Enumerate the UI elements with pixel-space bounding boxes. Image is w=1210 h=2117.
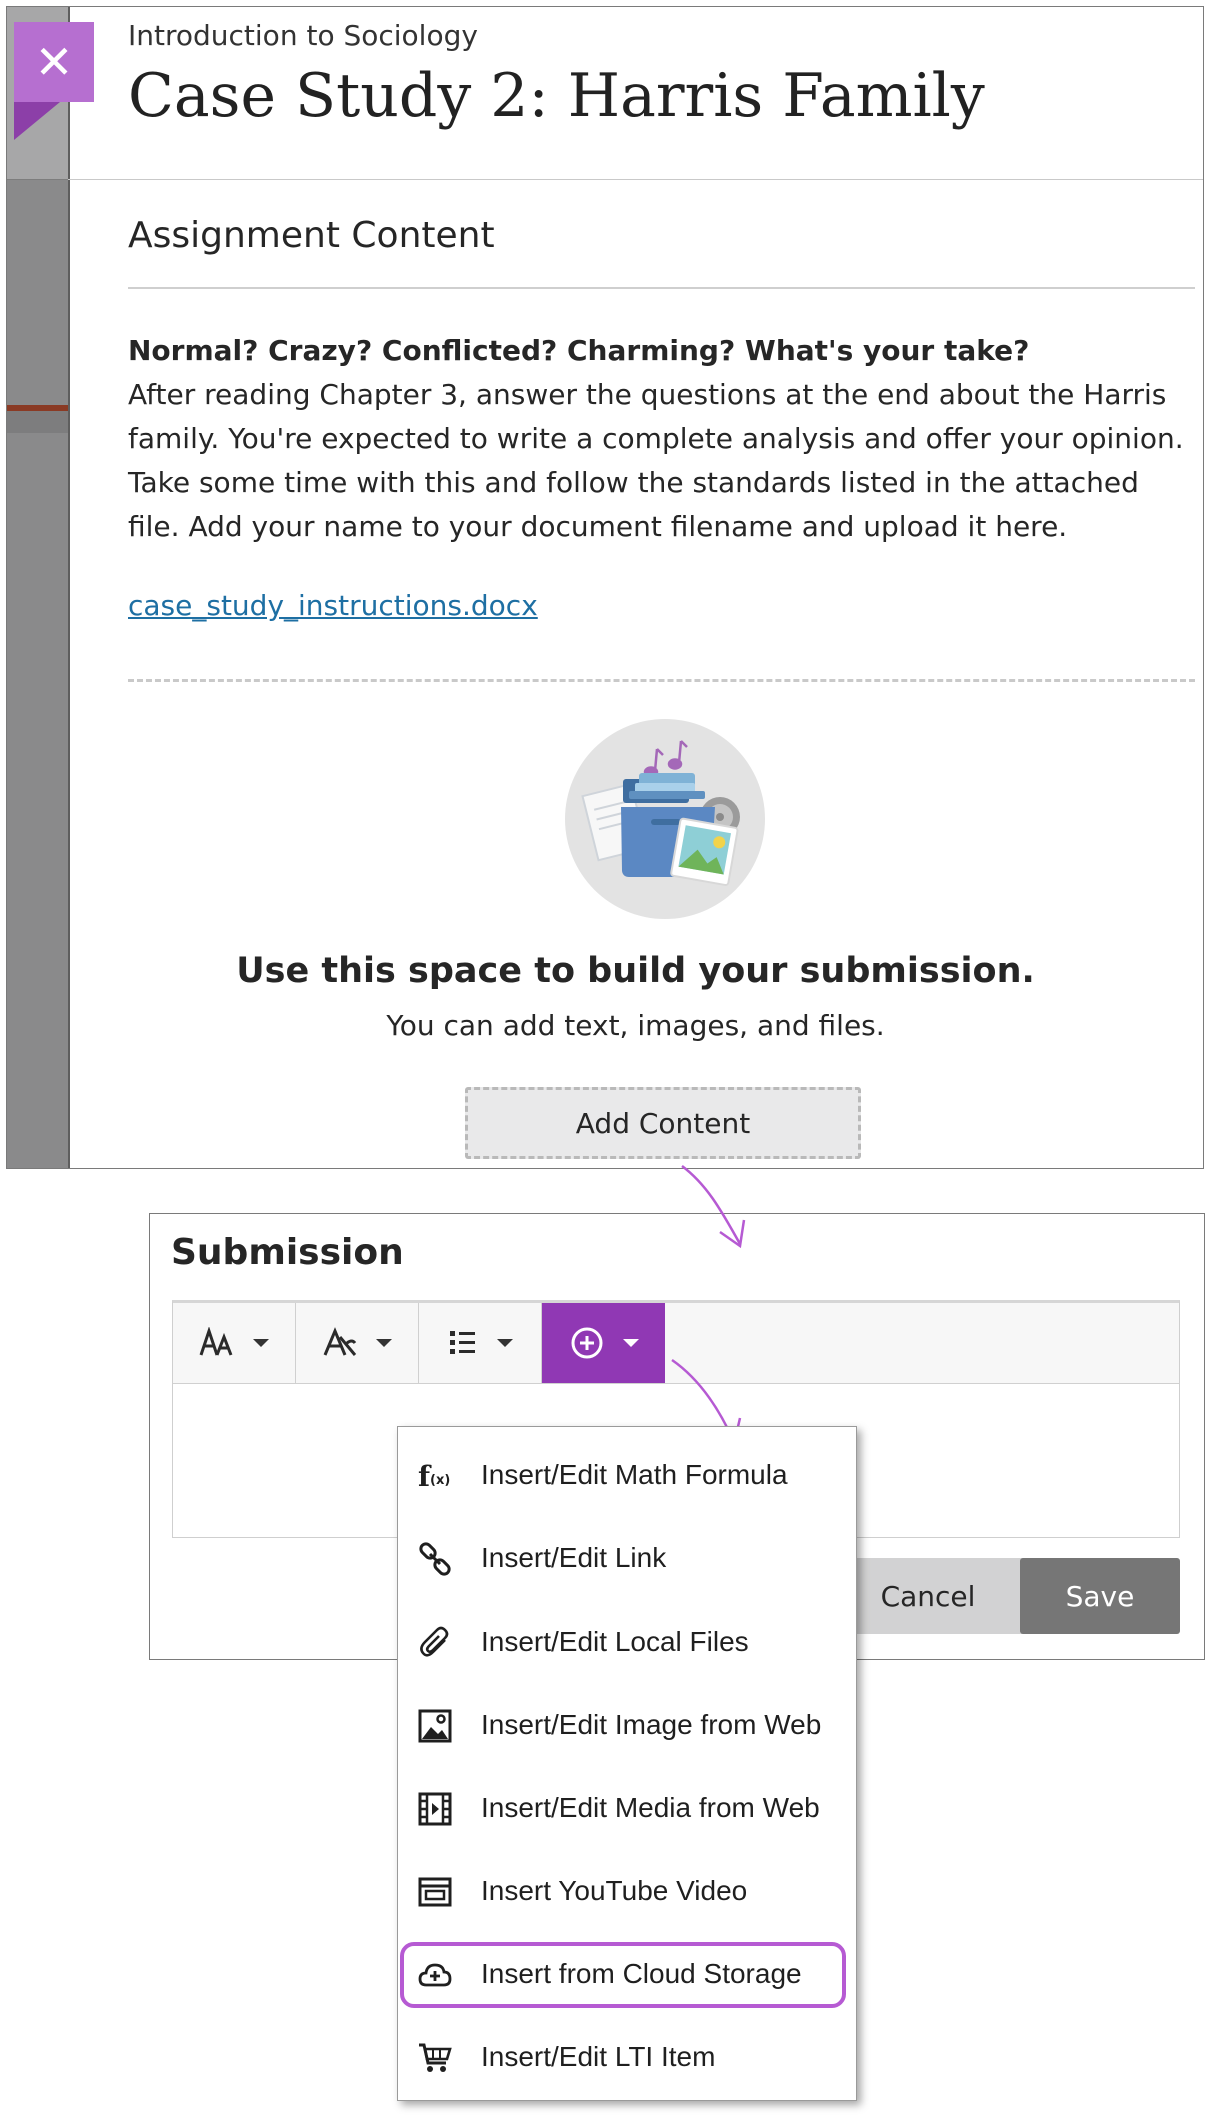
callout-arrow-to-submission	[681, 1165, 746, 1249]
empty-state-title: Use this space to build your submission.	[236, 951, 1035, 991]
add-content-button[interactable]: Add Content	[465, 1087, 861, 1159]
menu-item-youtube-video[interactable]: Insert YouTube Video	[398, 1861, 856, 1923]
close-tab-fold	[14, 102, 60, 140]
font-size-icon	[199, 1327, 233, 1356]
section-divider	[128, 287, 1195, 289]
link-icon	[419, 1542, 451, 1576]
insert-plus-icon	[571, 1327, 602, 1359]
rail-accent-shadow	[7, 411, 68, 433]
assignment-panel: Introduction to Sociology Case Study 2: …	[6, 6, 1204, 1169]
cloud-upload-icon	[418, 1963, 452, 1987]
film-icon	[418, 1792, 452, 1826]
menu-item-cloud-storage[interactable]: Insert from Cloud Storage	[398, 1942, 856, 2008]
menu-item-local-files[interactable]: Insert/Edit Local Files	[398, 1612, 856, 1674]
left-rail	[7, 7, 70, 1168]
save-button[interactable]: Save	[1020, 1558, 1180, 1634]
prompt-question: Normal? Crazy? Conflicted? Charming? Wha…	[128, 334, 1030, 367]
close-button[interactable]: ✕	[14, 22, 94, 102]
insert-menu: f (x) Insert/Edit Math Formula Insert/Ed…	[397, 1426, 857, 2101]
menu-item-math-formula[interactable]: f (x) Insert/Edit Math Formula	[398, 1445, 856, 1507]
title-divider	[68, 179, 1203, 180]
attachment-link[interactable]: case_study_instructions.docx	[128, 589, 538, 622]
page-title: Case Study 2: Harris Family	[128, 61, 985, 131]
cart-icon	[419, 2043, 452, 2072]
video-embed-icon	[418, 1877, 452, 1907]
list-dropdown[interactable]	[419, 1303, 542, 1383]
list-icon	[450, 1331, 475, 1354]
svg-text:(x): (x)	[430, 1473, 450, 1488]
image-icon	[418, 1709, 452, 1743]
chevron-down-icon	[622, 1339, 639, 1347]
course-name: Introduction to Sociology	[128, 19, 478, 52]
insert-content-dropdown[interactable]	[542, 1303, 665, 1383]
empty-state-subtitle: You can add text, images, and files.	[386, 1009, 885, 1042]
prompt-body: After reading Chapter 3, answer the ques…	[128, 378, 1184, 543]
text-format-icon	[323, 1327, 357, 1356]
files-folder-illustration	[565, 719, 765, 919]
chevron-down-icon	[497, 1339, 513, 1347]
dashed-divider	[128, 679, 1195, 682]
assignment-instructions: Normal? Crazy? Conflicted? Charming? Wha…	[128, 329, 1198, 549]
menu-item-link[interactable]: Insert/Edit Link	[398, 1528, 856, 1590]
chevron-down-icon	[253, 1339, 269, 1347]
menu-item-media-from-web[interactable]: Insert/Edit Media from Web	[398, 1778, 856, 1840]
menu-item-image-from-web[interactable]: Insert/Edit Image from Web	[398, 1695, 856, 1757]
paperclip-icon	[420, 1626, 449, 1657]
chevron-down-icon	[376, 1339, 392, 1347]
submission-title: Submission	[171, 1232, 404, 1273]
menu-item-lti-item[interactable]: Insert/Edit LTI Item	[398, 2027, 856, 2089]
font-size-dropdown[interactable]	[173, 1303, 296, 1383]
text-format-dropdown[interactable]	[296, 1303, 419, 1383]
math-formula-icon: f (x)	[418, 1460, 450, 1493]
section-title: Assignment Content	[128, 215, 495, 256]
close-icon: ✕	[34, 35, 74, 89]
